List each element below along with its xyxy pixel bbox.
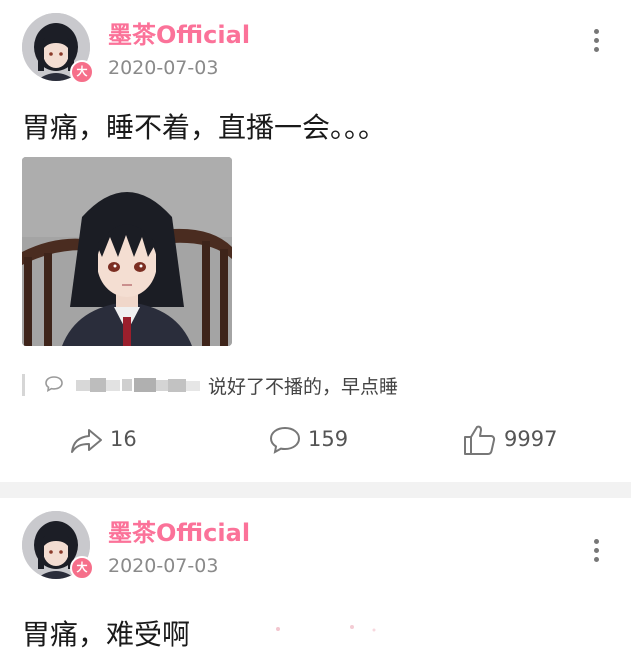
like-count: 9997 bbox=[504, 427, 558, 451]
image-edge-fragment bbox=[276, 625, 376, 632]
verified-badge: 大 bbox=[70, 60, 94, 84]
post-date: 2020-07-03 bbox=[108, 555, 219, 577]
comment-preview[interactable]: 说好了不播的，早点睡 bbox=[22, 371, 582, 399]
username[interactable]: 墨茶Official bbox=[108, 15, 250, 50]
post-date: 2020-07-03 bbox=[108, 57, 219, 79]
post-text: 胃痛，睡不着，直播一会。。。 bbox=[22, 111, 387, 144]
commenter-name-redacted bbox=[76, 378, 200, 392]
post-divider bbox=[0, 482, 631, 498]
share-arrow-icon bbox=[71, 429, 102, 453]
comment-count: 159 bbox=[308, 427, 349, 451]
username[interactable]: 墨茶Official bbox=[108, 513, 250, 548]
more-vertical-icon[interactable] bbox=[588, 29, 604, 57]
feed-post: 大 墨茶Official 2020-07-03 胃痛，难受啊 bbox=[0, 498, 631, 655]
post-text: 胃痛，难受啊 bbox=[22, 618, 191, 651]
thumbs-up-icon bbox=[464, 425, 496, 455]
verified-badge: 大 bbox=[70, 556, 94, 580]
comment-bubble-icon bbox=[45, 376, 63, 392]
comment-quote-bar bbox=[22, 374, 25, 396]
more-vertical-icon[interactable] bbox=[588, 539, 604, 567]
feed-post: 大 墨茶Official 2020-07-03 胃痛，睡不着，直播一会。。。 说… bbox=[0, 0, 631, 482]
comment-bubble-icon bbox=[269, 426, 301, 454]
post-image[interactable] bbox=[22, 157, 232, 346]
comment-text: 说好了不播的，早点睡 bbox=[208, 376, 399, 398]
share-count: 16 bbox=[110, 427, 137, 451]
